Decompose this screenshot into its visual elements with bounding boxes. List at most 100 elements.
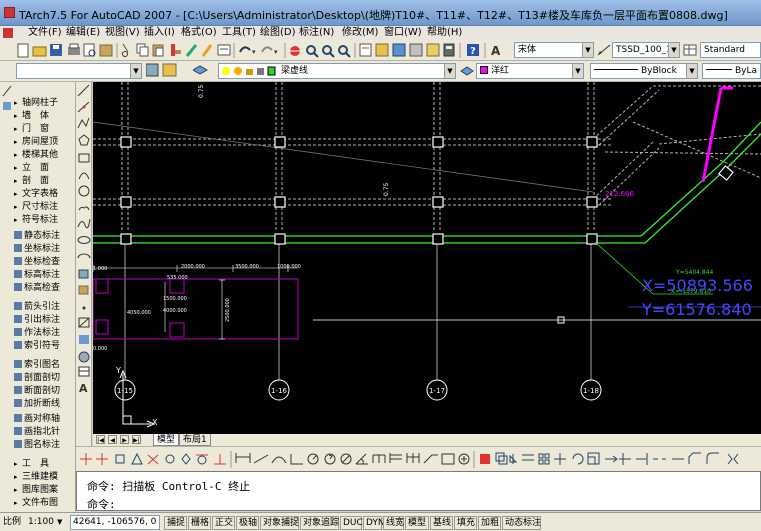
command-window[interactable]: 命令: 扫描板 Control-C 终止 命令:	[76, 471, 761, 511]
menu-category-item[interactable]: ▸ 剖 面	[14, 175, 76, 188]
status-toggle-button[interactable]: 线宽	[383, 516, 404, 530]
font-combo[interactable]: 宋体 ▼	[514, 42, 594, 58]
mirror-icon[interactable]	[509, 454, 518, 464]
tab-layout1[interactable]: 布局1	[179, 434, 211, 446]
status-toggle-button[interactable]: 栅格	[188, 516, 211, 530]
status-toggle-button[interactable]: 对象追踪	[300, 516, 339, 530]
menu-tool-item[interactable]: 引出标注	[14, 314, 76, 327]
menu-category-item[interactable]: ▸ 楼梯其他	[14, 149, 76, 162]
status-toggle-button[interactable]: DUCS	[340, 516, 369, 530]
print-preview-icon[interactable]	[83, 43, 96, 57]
status-toggle-button[interactable]: 对象捕捉	[260, 516, 299, 530]
dimstyle-combo[interactable]: TSSD_100_100 ▼	[612, 42, 680, 58]
menu-tool-item[interactable]: 画指北针	[14, 426, 76, 439]
help-icon[interactable]: ?	[467, 44, 479, 57]
menu-view[interactable]: 视图(V)	[105, 26, 140, 40]
coordinate-readout[interactable]: 42641, -106576, 0	[70, 515, 160, 530]
multiline-text-icon[interactable]: A	[79, 382, 88, 395]
status-toggle-button[interactable]: 动态标注	[502, 516, 541, 530]
revision-cloud-icon[interactable]	[78, 206, 90, 211]
menu-tool-item[interactable]: 箭头引注	[14, 301, 76, 314]
construction-line-icon[interactable]	[77, 101, 90, 113]
zoom-previous-icon[interactable]	[338, 45, 351, 58]
menu-modify[interactable]: 修改(M)	[342, 26, 378, 40]
center-mark-icon[interactable]	[458, 453, 470, 465]
workspace-combo[interactable]: ▼	[16, 63, 142, 79]
menu-tool-item[interactable]: 标高标注	[14, 269, 76, 282]
arc-length-icon[interactable]	[271, 456, 287, 464]
snap-midpoint-icon[interactable]	[131, 452, 143, 465]
polyline-icon[interactable]	[77, 117, 90, 129]
polygon-icon[interactable]	[78, 134, 90, 146]
block-editor-icon[interactable]	[185, 44, 198, 57]
menu-category-item[interactable]: ▸ 轴网柱子	[14, 97, 76, 110]
markup-icon[interactable]	[426, 43, 440, 57]
gradient-icon[interactable]	[79, 335, 89, 344]
layer-unlock-icon[interactable]	[246, 69, 253, 75]
layer-manager-icon[interactable]	[162, 63, 177, 77]
layer-stack-icon[interactable]	[193, 65, 209, 75]
menu-draw[interactable]: 绘图(D)	[260, 26, 296, 40]
quick-dimension-icon[interactable]	[372, 454, 386, 463]
tab-last-button[interactable]: ▶|	[132, 435, 141, 444]
status-toggle-button[interactable]: 正交	[212, 516, 235, 530]
stretch-icon[interactable]	[605, 455, 618, 463]
sheet-set-icon[interactable]	[409, 43, 423, 57]
color-combo[interactable]: 洋红 ▼	[476, 63, 584, 79]
menu-tool-item[interactable]: 索引图名	[14, 359, 76, 372]
design-center-icon[interactable]	[375, 43, 389, 57]
layer-thaw-sun-icon[interactable]	[234, 67, 242, 75]
menu-help[interactable]: 帮助(H)	[427, 26, 462, 40]
pan-realtime-icon[interactable]	[290, 46, 300, 56]
tab-first-button[interactable]: |◀	[96, 435, 105, 444]
explode-icon[interactable]	[727, 453, 739, 465]
fillet-icon[interactable]	[706, 452, 719, 464]
baseline-dimension-icon[interactable]	[389, 453, 402, 463]
region-icon[interactable]	[78, 351, 90, 363]
scale-icon[interactable]	[587, 452, 600, 465]
menu-category-item[interactable]: ▸ 尺寸标注	[14, 201, 76, 214]
tab-model[interactable]: 模型	[153, 434, 180, 446]
menu-tool-item[interactable]: 索引符号	[14, 340, 76, 353]
menu-tool-item[interactable]: 加折断线	[14, 398, 76, 411]
menu-category-item[interactable]: ▸ 图库图案	[14, 484, 76, 497]
offset-icon[interactable]	[522, 454, 534, 461]
snap-quadrant-icon[interactable]	[181, 453, 191, 465]
extend-icon[interactable]	[636, 453, 648, 465]
ellipse-icon[interactable]	[77, 236, 91, 244]
radius-dimension-icon[interactable]	[307, 453, 319, 465]
chevron-down-icon[interactable]: ▼	[572, 64, 583, 78]
menu-category-item[interactable]: ▸ 门 窗	[14, 123, 76, 136]
rotate-icon[interactable]	[572, 453, 584, 465]
quick-leader-icon[interactable]	[423, 454, 438, 464]
match-properties-icon[interactable]	[171, 44, 181, 56]
menu-category-item[interactable]: ▸ 墙 体	[14, 110, 76, 123]
snap-from-icon[interactable]	[96, 453, 108, 465]
table-style-icon[interactable]	[683, 43, 697, 57]
brush-icon[interactable]	[201, 44, 213, 57]
zoom-realtime-icon[interactable]	[306, 45, 319, 58]
status-toggle-button[interactable]: 填充	[454, 516, 477, 530]
copy-object-icon[interactable]	[495, 452, 508, 465]
paste-icon[interactable]	[152, 44, 164, 57]
menu-tool-item[interactable]: 静态标注	[14, 230, 76, 243]
table-icon[interactable]	[78, 366, 90, 377]
status-toggle-button[interactable]: 捕捉	[164, 516, 187, 530]
snap-perpendicular-icon[interactable]	[214, 454, 226, 465]
command-prompt[interactable]: 命令:	[87, 496, 116, 512]
app-icon[interactable]	[4, 7, 15, 18]
chevron-down-icon[interactable]: ▼	[668, 43, 679, 57]
erase-icon[interactable]	[480, 454, 490, 464]
menu-dimension[interactable]: 标注(N)	[299, 26, 334, 40]
menu-format[interactable]: 格式(O)	[181, 26, 217, 40]
ordinate-dimension-icon[interactable]	[290, 454, 303, 465]
scale-value[interactable]: 1:100	[28, 516, 54, 529]
menu-insert[interactable]: 插入(I)	[144, 26, 175, 40]
status-toggle-button[interactable]: 基线	[430, 516, 453, 530]
menu-edit[interactable]: 编辑(E)	[66, 26, 100, 40]
tab-next-button[interactable]: ▶	[120, 435, 129, 444]
diameter-dimension-icon[interactable]	[340, 453, 352, 465]
layer-print-icon[interactable]	[257, 68, 264, 75]
menu-tools[interactable]: 工具(T)	[222, 26, 256, 40]
menu-category-item[interactable]: ▸ 工 具	[14, 458, 76, 471]
